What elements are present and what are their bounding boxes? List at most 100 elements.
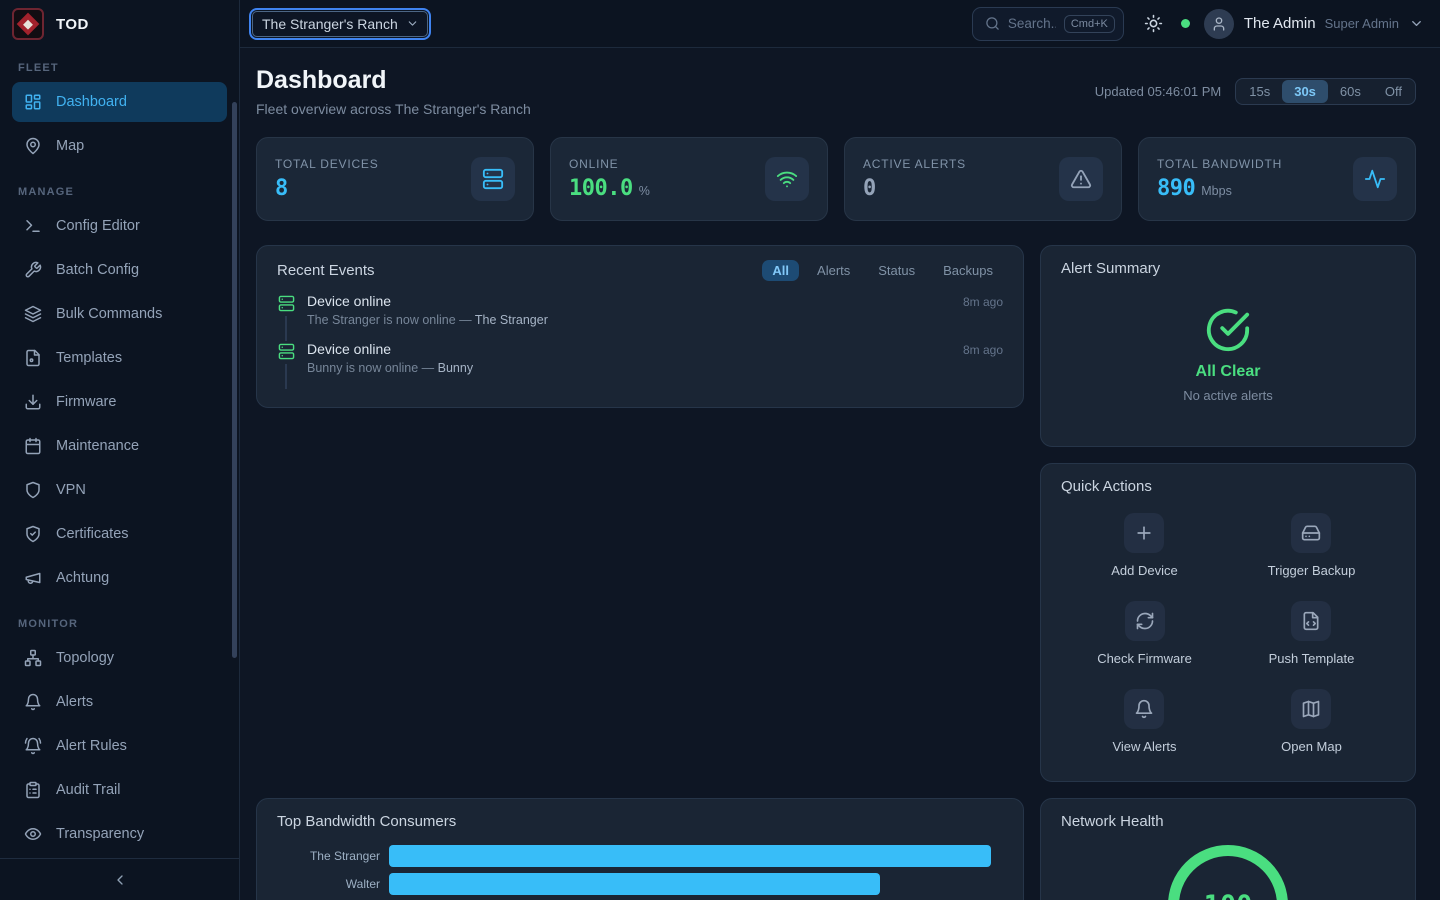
- sidebar-item-maintenance[interactable]: Maintenance: [12, 426, 227, 466]
- event-filter-alerts[interactable]: Alerts: [807, 260, 860, 281]
- refresh-option-30s[interactable]: 30s: [1282, 80, 1328, 103]
- sidebar-item-firmware[interactable]: Firmware: [12, 382, 227, 422]
- theme-toggle-button[interactable]: [1144, 14, 1164, 34]
- sidebar-item-dashboard[interactable]: Dashboard: [12, 82, 227, 122]
- bandwidth-bar: [389, 873, 880, 895]
- chevron-left-icon: [112, 872, 128, 888]
- sidebar-item-label: Topology: [56, 650, 114, 666]
- search-input[interactable]: [1008, 16, 1056, 31]
- app-name: TOD: [56, 16, 89, 33]
- refresh-option-15s[interactable]: 15s: [1237, 80, 1282, 103]
- stat-label: ACTIVE ALERTS: [863, 157, 1059, 171]
- chevron-down-icon: [406, 17, 419, 30]
- sun-icon: [1144, 14, 1163, 33]
- sidebar-nav: FLEET DashboardMap MANAGE Config Editor Batc…: [0, 48, 239, 858]
- bandwidth-chart: The Stranger Walter: [277, 845, 1003, 895]
- sidebar-item-batch-config[interactable]: Batch Config: [12, 250, 227, 290]
- alert-status-text: All Clear: [1196, 363, 1261, 381]
- server-icon: [278, 343, 295, 360]
- sidebar-item-label: Firmware: [56, 394, 116, 410]
- event-time: 8m ago: [963, 295, 1003, 309]
- download-icon: [24, 393, 42, 411]
- sidebar-item-achtung[interactable]: Achtung: [12, 558, 227, 598]
- sidebar-item-config-editor[interactable]: Config Editor: [12, 206, 227, 246]
- page-title: Dashboard: [256, 66, 531, 95]
- updated-timestamp: Updated 05:46:01 PM: [1095, 84, 1221, 99]
- recent-events-title: Recent Events: [277, 262, 375, 279]
- quick-action-label: View Alerts: [1112, 739, 1176, 754]
- stat-card-active-alerts: ACTIVE ALERTS 0: [844, 137, 1122, 221]
- user-menu-chevron[interactable]: [1409, 16, 1424, 31]
- sidebar-item-label: VPN: [56, 482, 86, 498]
- main-column: The Stranger's Ranch Cmd+K The Admin Sup…: [240, 0, 1440, 900]
- stat-label: ONLINE: [569, 157, 765, 171]
- sidebar-item-label: Alerts: [56, 694, 93, 710]
- event-time: 8m ago: [963, 343, 1003, 357]
- alert-summary-title: Alert Summary: [1061, 260, 1395, 277]
- calendar-icon: [24, 437, 42, 455]
- quick-action-label: Open Map: [1281, 739, 1342, 754]
- sidebar-section-label: FLEET: [12, 62, 227, 74]
- check-circle-icon: [1205, 307, 1251, 353]
- sidebar-item-topology[interactable]: Topology: [12, 638, 227, 678]
- quick-action-label: Add Device: [1111, 563, 1177, 578]
- sidebar-item-transparency[interactable]: Transparency: [12, 814, 227, 854]
- sidebar-item-vpn[interactable]: VPN: [12, 470, 227, 510]
- quick-action-check-firmware[interactable]: Check Firmware: [1097, 601, 1192, 666]
- refresh-option-off[interactable]: Off: [1373, 80, 1414, 103]
- topbar-right: Cmd+K The Admin Super Admin: [972, 7, 1424, 41]
- sidebar-scrollbar[interactable]: [232, 102, 237, 658]
- event-row: Device online 8m ago The Stranger is now…: [277, 293, 1003, 341]
- network-health-title: Network Health: [1061, 813, 1164, 830]
- app-logo-icon: [12, 8, 44, 40]
- bell-icon: [1134, 699, 1154, 719]
- sidebar-item-alerts[interactable]: Alerts: [12, 682, 227, 722]
- quick-action-open-map[interactable]: Open Map: [1281, 689, 1342, 754]
- event-filter-backups[interactable]: Backups: [933, 260, 1003, 281]
- sidebar-item-alert-rules[interactable]: Alert Rules: [12, 726, 227, 766]
- hard-drive-icon: [1301, 523, 1321, 543]
- app-window: TOD FLEETDashboardMapMANAGEConfig Editor…: [0, 0, 1440, 900]
- sidebar-item-label: Transparency: [56, 826, 144, 842]
- stat-icon-chip: [1059, 157, 1103, 201]
- stat-unit: Mbps: [1201, 184, 1232, 198]
- event-title: Device online: [307, 293, 391, 309]
- quick-actions-title: Quick Actions: [1061, 478, 1152, 495]
- quick-action-add-device[interactable]: Add Device: [1111, 513, 1177, 578]
- bandwidth-row: Walter: [277, 873, 1003, 895]
- quick-action-label: Trigger Backup: [1268, 563, 1356, 578]
- sidebar-item-map[interactable]: Map: [12, 126, 227, 166]
- ranch-select[interactable]: The Stranger's Ranch: [252, 11, 428, 37]
- shield-check-icon: [24, 525, 42, 543]
- sidebar-item-templates[interactable]: Templates: [12, 338, 227, 378]
- quick-action-push-template[interactable]: Push Template: [1269, 601, 1355, 666]
- event-filter-all[interactable]: All: [762, 260, 799, 281]
- terminal-icon: [24, 217, 42, 235]
- user-role: Super Admin: [1325, 16, 1399, 31]
- network-health-card: Network Health 100: [1040, 798, 1416, 900]
- sidebar-section-label: MANAGE: [12, 186, 227, 198]
- avatar[interactable]: [1204, 9, 1234, 39]
- event-row: Device online 8m ago Bunny is now online…: [277, 341, 1003, 389]
- activity-icon: [1364, 168, 1386, 190]
- sidebar-item-bulk-commands[interactable]: Bulk Commands: [12, 294, 227, 334]
- stat-unit: %: [639, 184, 650, 198]
- event-filter-status[interactable]: Status: [868, 260, 925, 281]
- bandwidth-card: Top Bandwidth Consumers The Stranger Wal…: [256, 798, 1024, 900]
- sidebar-item-certificates[interactable]: Certificates: [12, 514, 227, 554]
- network-icon: [24, 649, 42, 667]
- sidebar: TOD FLEET DashboardMap MANAGE Config Editor…: [0, 0, 240, 900]
- search-box[interactable]: Cmd+K: [972, 7, 1124, 41]
- quick-action-view-alerts[interactable]: View Alerts: [1112, 689, 1176, 754]
- sidebar-item-label: Config Editor: [56, 218, 140, 234]
- search-icon: [985, 16, 1000, 31]
- network-health-gauge: 100: [1168, 845, 1288, 900]
- wrench-icon: [24, 261, 42, 279]
- user-name: The Admin: [1244, 15, 1316, 32]
- sidebar-collapse-button[interactable]: [0, 858, 239, 900]
- refresh-option-60s[interactable]: 60s: [1328, 80, 1373, 103]
- sidebar-item-label: Bulk Commands: [56, 306, 162, 322]
- quick-action-trigger-backup[interactable]: Trigger Backup: [1268, 513, 1356, 578]
- sidebar-item-audit-trail[interactable]: Audit Trail: [12, 770, 227, 810]
- stat-icon-chip: [471, 157, 515, 201]
